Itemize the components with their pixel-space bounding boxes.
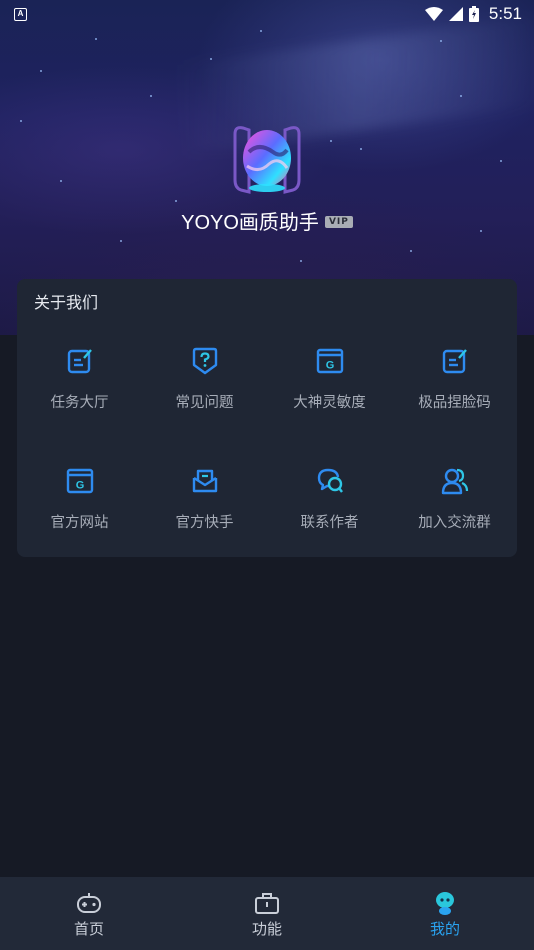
bottom-navigation: 首页 功能 我的	[0, 877, 534, 950]
svg-text:G: G	[325, 360, 334, 372]
grid-item-join-group[interactable]: 加入交流群	[392, 467, 517, 557]
grid-item-label: 加入交流群	[418, 515, 491, 531]
g-browser-icon: G	[316, 348, 343, 374]
wifi-icon	[424, 7, 443, 21]
group-users-icon	[441, 468, 468, 495]
battery-charging-icon	[468, 6, 479, 22]
question-shield-icon	[192, 347, 217, 375]
nav-tab-label: 首页	[73, 920, 104, 938]
vip-badge: VIP	[324, 215, 353, 228]
cell-signal-icon	[448, 7, 463, 21]
nav-tab-functions[interactable]: 功能	[178, 877, 356, 950]
grid-item-label: 联系作者	[300, 515, 359, 531]
g-browser-icon: G	[66, 468, 93, 494]
grid-item-official-kuaishou[interactable]: 官方快手	[142, 467, 267, 557]
nav-tab-label: 功能	[251, 920, 282, 938]
status-time: 5:51	[488, 4, 522, 23]
task-edit-icon	[442, 349, 467, 374]
grid-item-label: 任务大厅	[50, 395, 109, 411]
nav-tab-home[interactable]: 首页	[0, 877, 178, 950]
app-logo-avatar	[233, 126, 301, 194]
nav-tab-label: 我的	[429, 920, 460, 938]
gamepad-icon	[77, 893, 101, 913]
about-us-grid: 任务大厅 常见问题 G 大神灵敏度 极品捏脸码 G 官方网站 官方快手 联系作者…	[17, 279, 517, 557]
grid-item-label: 常见问题	[175, 395, 234, 411]
grid-item-label: 官方快手	[175, 515, 234, 531]
notification-app-icon: A	[14, 7, 27, 21]
toolbox-icon	[255, 893, 279, 914]
about-us-card: 关于我们 任务大厅 常见问题 G 大神灵敏度 极品捏脸码 G 官方网站 官方快手…	[17, 279, 517, 557]
grid-item-task-hall[interactable]: 任务大厅	[17, 347, 142, 437]
grid-item-contact-author[interactable]: 联系作者	[267, 467, 392, 557]
grid-item-label: 大神灵敏度	[293, 395, 366, 411]
grid-item-faq[interactable]: 常见问题	[142, 347, 267, 437]
svg-text:G: G	[75, 480, 84, 492]
app-name: YOYO画质助手	[181, 212, 319, 234]
status-bar: A 5:51	[0, 0, 534, 28]
grid-item-label: 极品捏脸码	[418, 395, 491, 411]
mail-open-icon	[192, 469, 217, 493]
grid-item-sensitivity[interactable]: G 大神灵敏度	[267, 347, 392, 437]
grid-item-face-code[interactable]: 极品捏脸码	[392, 347, 517, 437]
nav-tab-mine[interactable]: 我的	[356, 877, 534, 950]
grid-item-label: 官方网站	[50, 515, 109, 531]
mascot-icon	[436, 892, 454, 915]
grid-item-official-website[interactable]: G 官方网站	[17, 467, 142, 557]
chat-bubbles-icon	[317, 468, 343, 493]
task-edit-icon	[67, 349, 92, 374]
app-title-row: YOYO画质助手 VIP	[0, 206, 534, 235]
